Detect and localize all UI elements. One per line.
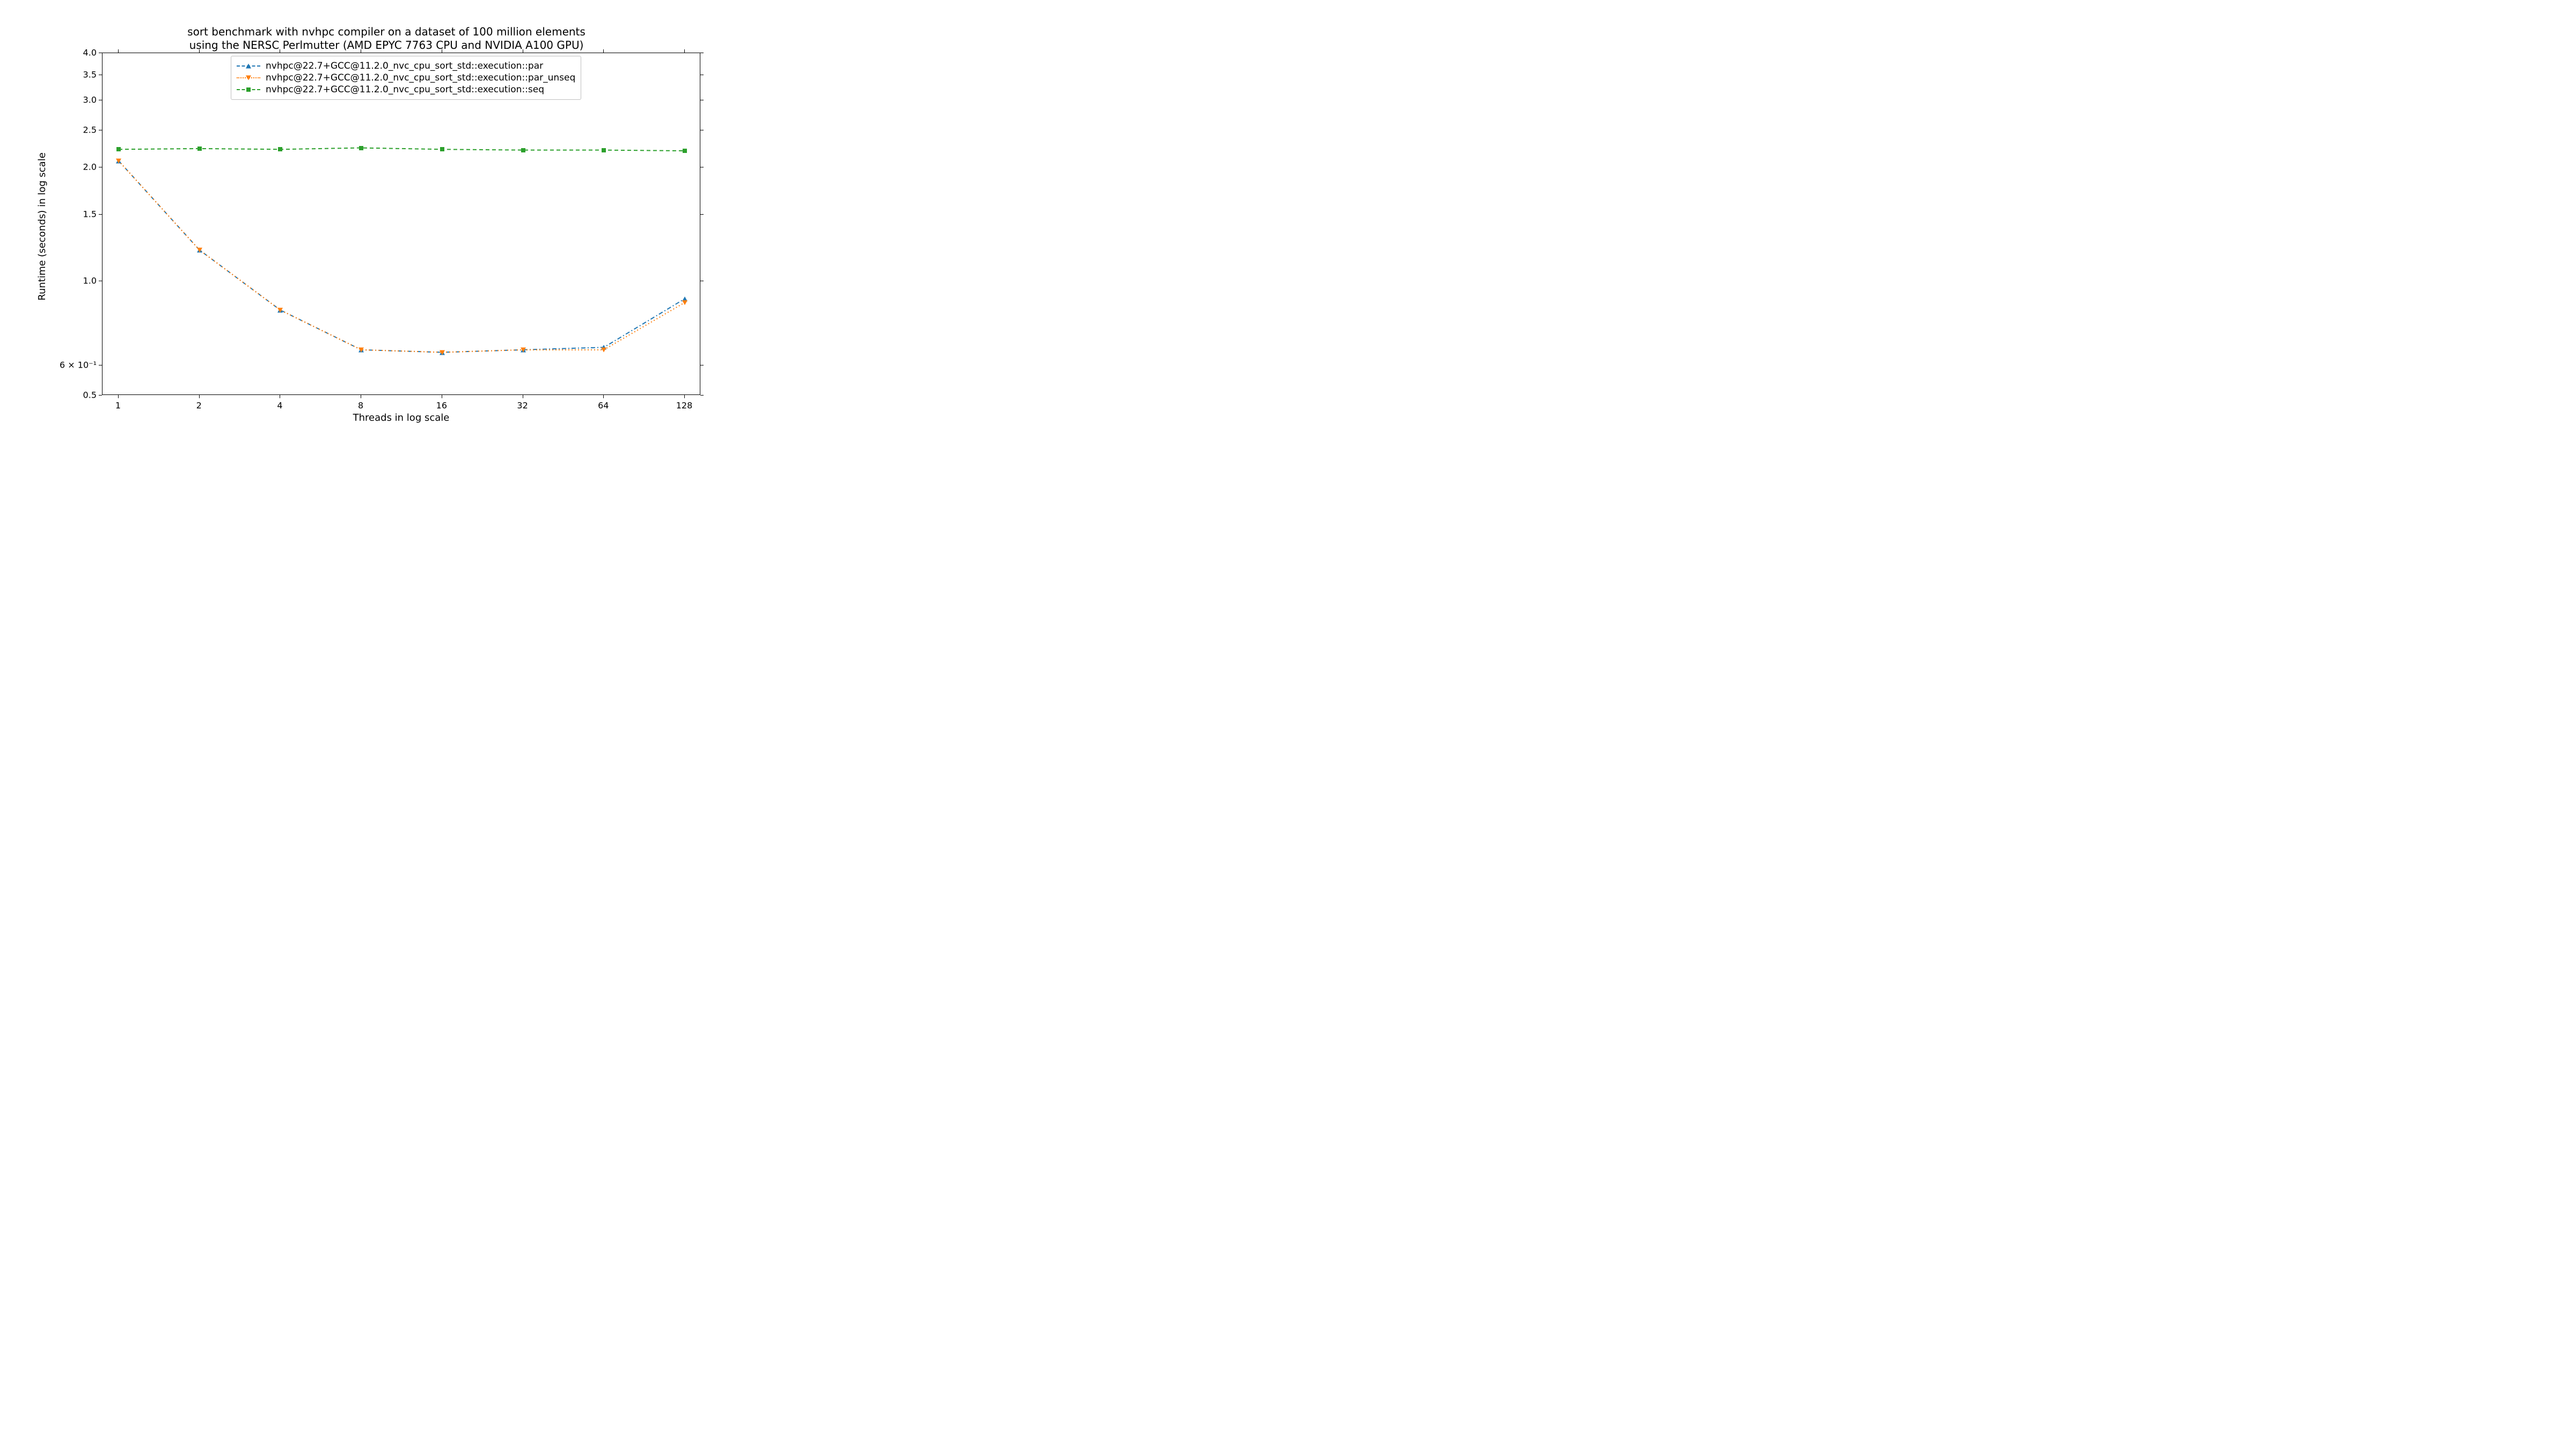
y-tick-label: 0.5 [83,390,97,400]
plot-area [102,53,700,395]
legend-entry: nvhpc@22.7+GCC@11.2.0_nvc_cpu_sort_std::… [237,61,575,71]
y-tick-label: 1.0 [83,276,97,286]
x-tick-mark [199,395,200,398]
x-tick-label: 32 [517,400,528,411]
legend-entry: nvhpc@22.7+GCC@11.2.0_nvc_cpu_sort_std::… [237,84,575,95]
data-point-marker [277,308,283,312]
legend-swatch [237,86,260,93]
legend-swatch [237,62,260,70]
data-point-marker [116,147,121,151]
x-tick-label: 1 [115,400,121,411]
y-tick-label: 6 × 10⁻¹ [60,360,97,370]
series-line [119,161,685,353]
triangle-up-icon [246,64,251,69]
data-point-marker [682,300,687,305]
data-point-marker [116,158,121,163]
chart-title: sort benchmark with nvhpc compiler on a … [0,25,773,52]
x-tick-label: 2 [196,400,202,411]
data-point-marker [602,148,606,152]
x-axis-label: Threads in log scale [102,412,700,423]
x-tick-mark [118,49,119,53]
data-point-marker [197,147,202,151]
y-tick-label: 2.5 [83,125,97,135]
legend-label: nvhpc@22.7+GCC@11.2.0_nvc_cpu_sort_std::… [266,61,543,71]
chart-title-line: sort benchmark with nvhpc compiler on a … [187,25,586,38]
triangle-down-icon [246,76,251,80]
x-tick-mark [199,49,200,53]
x-tick-mark [684,395,685,398]
y-tick-mark [99,214,102,215]
y-tick-label: 3.5 [83,69,97,79]
data-point-marker [197,247,202,252]
x-tick-label: 128 [676,400,693,411]
data-point-marker [521,148,525,152]
data-point-marker [440,350,445,355]
x-tick-label: 64 [598,400,609,411]
data-point-marker [601,347,606,352]
x-tick-label: 8 [358,400,363,411]
x-tick-mark [684,49,685,53]
series-line [119,161,685,353]
data-point-marker [278,147,282,151]
data-point-marker [521,347,526,352]
series-line [119,148,685,151]
legend-swatch [237,74,260,82]
y-tick-label: 2.0 [83,162,97,172]
y-tick-label: 1.5 [83,209,97,219]
legend-entry: nvhpc@22.7+GCC@11.2.0_nvc_cpu_sort_std::… [237,72,575,83]
data-point-marker [683,149,687,153]
legend: nvhpc@22.7+GCC@11.2.0_nvc_cpu_sort_std::… [231,56,581,100]
x-tick-label: 16 [436,400,447,411]
x-tick-label: 4 [277,400,282,411]
legend-label: nvhpc@22.7+GCC@11.2.0_nvc_cpu_sort_std::… [266,72,575,83]
y-tick-mark [700,214,704,215]
chart-figure: sort benchmark with nvhpc compiler on a … [0,0,773,435]
chart-title-line: using the NERSC Perlmutter (AMD EPYC 776… [189,39,584,52]
x-tick-mark [603,49,604,53]
y-tick-label: 3.0 [83,95,97,105]
data-point-marker [359,146,363,150]
chart-lines-svg [103,53,701,396]
x-tick-mark [603,395,604,398]
y-tick-mark [700,395,704,396]
y-tick-mark [99,395,102,396]
legend-label: nvhpc@22.7+GCC@11.2.0_nvc_cpu_sort_std::… [266,84,544,95]
data-point-marker [440,147,444,151]
y-axis-label: Runtime (seconds) in log scale [36,152,48,301]
x-tick-mark [118,395,119,398]
data-point-marker [358,347,364,352]
square-icon [246,87,251,92]
y-tick-label: 4.0 [83,48,97,58]
